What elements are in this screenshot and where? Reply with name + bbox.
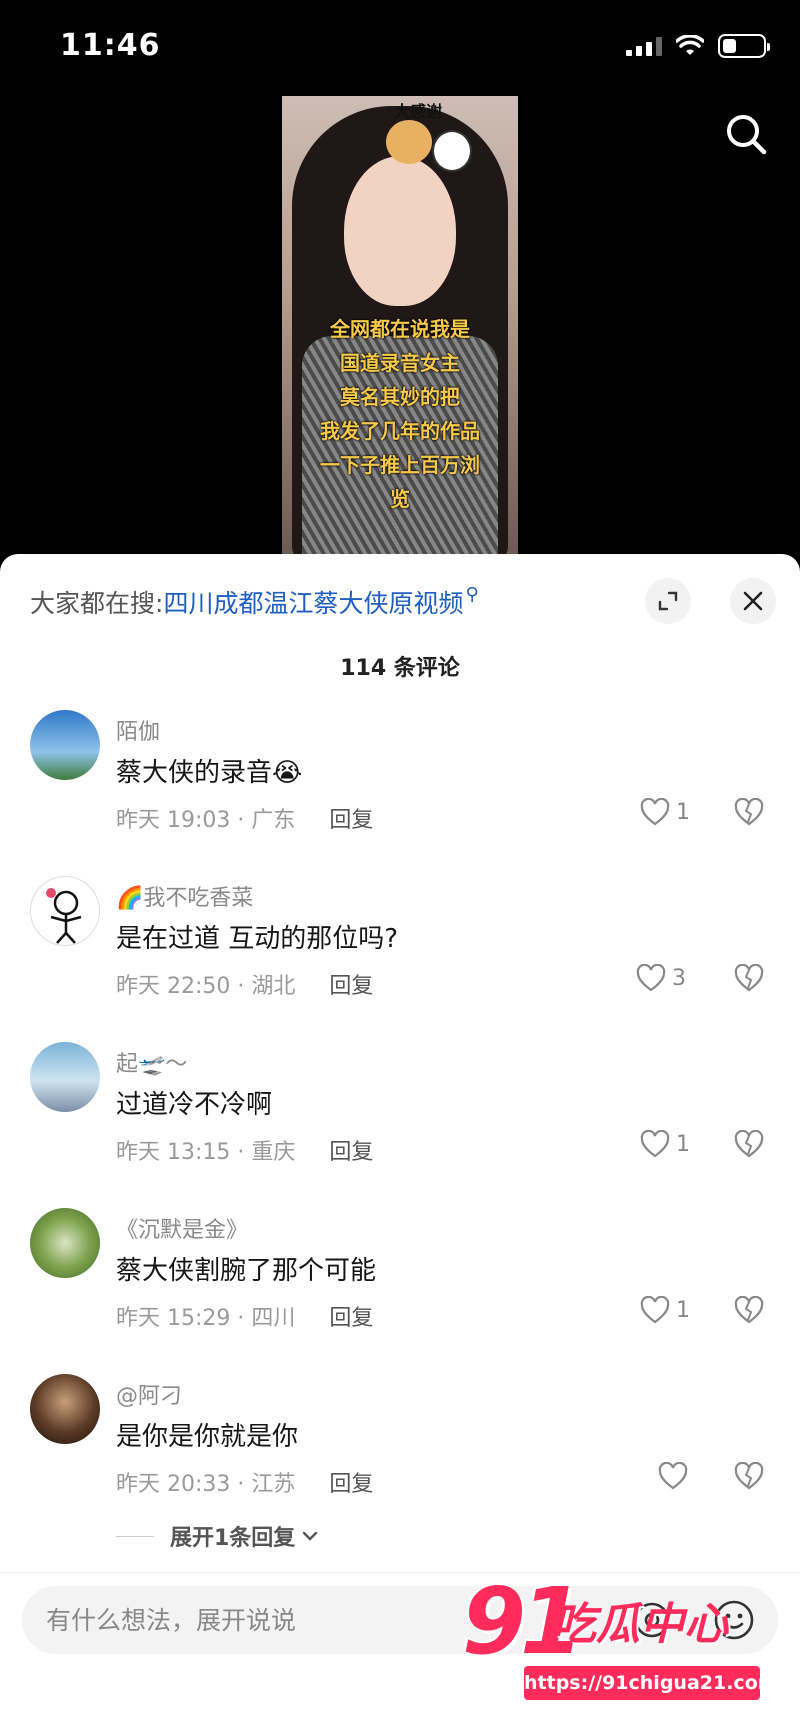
comment-username[interactable]: 陌伽	[116, 714, 160, 746]
avatar[interactable]	[30, 876, 100, 946]
avatar[interactable]	[30, 1374, 100, 1444]
battery-icon	[718, 34, 770, 58]
status-icons	[626, 34, 770, 58]
video-sticker-text: 大感谢	[394, 102, 443, 121]
comment-username[interactable]: 起🛫～	[116, 1046, 187, 1078]
cartoon-avatar-icon	[46, 888, 82, 944]
avatar[interactable]	[30, 1208, 100, 1278]
trending-search[interactable]: 大家都在搜: 四川成都温江蔡大侠原视频 ⚲	[30, 584, 479, 620]
reply-button[interactable]: 回复	[329, 1466, 373, 1498]
comment-sheet: 大家都在搜: 四川成都温江蔡大侠原视频 ⚲ 114 条评论 陌伽 蔡大侠的录音😭…	[0, 554, 800, 1731]
heart-icon	[640, 1296, 670, 1324]
comment-item: @阿刁 是你是你就是你 昨天 20:33 · 江苏 回复	[0, 1374, 800, 1540]
like-count: 1	[676, 1297, 690, 1323]
video-player[interactable]: 大感谢 全网都在说我是 国道录音女主 莫名其妙的把 我发了几年的作品 一下子推上…	[0, 96, 800, 556]
heart-icon	[640, 798, 670, 826]
close-icon	[743, 591, 763, 611]
like-button[interactable]: 1	[640, 1130, 690, 1158]
comment-text: 蔡大侠的录音😭	[116, 758, 303, 788]
reply-button[interactable]: 回复	[329, 968, 373, 1000]
search-small-icon: ⚲	[465, 583, 479, 605]
comment-username[interactable]: 《沉默是金》	[116, 1212, 248, 1244]
expand-line	[116, 1535, 154, 1537]
expand-button[interactable]	[645, 578, 691, 624]
comment-count: 114 条评论	[340, 656, 460, 681]
watermark-url: https://91chigua21.com	[524, 1666, 778, 1700]
comment-time: 昨天 15:29 · 四川	[116, 1306, 296, 1331]
expand-replies-label: 展开1条回复	[170, 1526, 296, 1551]
comment-time: 昨天 13:15 · 重庆	[116, 1140, 296, 1165]
comment-meta: 昨天 19:03 · 广东 回复	[116, 802, 373, 834]
comment-time: 昨天 20:33 · 江苏	[116, 1472, 296, 1497]
status-time: 11:46	[60, 28, 161, 63]
comment-time: 昨天 22:50 · 湖北	[116, 974, 296, 999]
expand-replies-button[interactable]: 展开1条回复	[116, 1520, 319, 1552]
heart-icon	[658, 1462, 688, 1490]
caption-line: 我发了几年的作品	[320, 419, 480, 443]
video-caption: 全网都在说我是 国道录音女主 莫名其妙的把 我发了几年的作品 一下子推上百万浏 …	[282, 312, 518, 516]
comment-username[interactable]: 🌈我不吃香菜	[116, 880, 253, 912]
status-bar: 11:46	[0, 0, 800, 96]
comment-meta: 昨天 20:33 · 江苏 回复	[116, 1466, 373, 1498]
like-count: 1	[676, 799, 690, 825]
comment-meta: 昨天 15:29 · 四川 回复	[116, 1300, 373, 1332]
expand-icon	[658, 591, 678, 611]
like-count: 1	[676, 1131, 690, 1157]
cellular-signal-icon	[626, 36, 662, 56]
comment-text: 是在过道 互动的那位吗?	[116, 924, 399, 954]
avatar[interactable]	[30, 1042, 100, 1112]
like-button[interactable]: 1	[640, 1296, 690, 1324]
bear-sticker-icon	[386, 120, 432, 164]
broken-heart-icon[interactable]	[734, 798, 764, 826]
battery-fill	[723, 39, 737, 53]
caption-line: 全网都在说我是	[330, 317, 470, 341]
like-button[interactable]	[658, 1462, 694, 1490]
comment-item: 陌伽 蔡大侠的录音😭 昨天 19:03 · 广东 回复 1	[0, 710, 800, 876]
broken-heart-icon[interactable]	[734, 1462, 764, 1490]
caption-line: 国道录音女主	[340, 351, 460, 375]
cow-sticker-icon	[432, 130, 472, 172]
reply-button[interactable]: 回复	[329, 1134, 373, 1166]
trending-label: 大家都在搜:	[30, 589, 164, 618]
comment-text: 蔡大侠割腕了那个可能	[116, 1256, 377, 1286]
video-figure-face	[344, 156, 456, 306]
comment-meta: 昨天 22:50 · 湖北 回复	[116, 968, 373, 1000]
comment-text: 是你是你就是你	[116, 1422, 299, 1452]
broken-heart-icon[interactable]	[734, 1296, 764, 1324]
reply-button[interactable]: 回复	[329, 802, 373, 834]
comment-time: 昨天 19:03 · 广东	[116, 808, 296, 833]
close-button[interactable]	[730, 578, 776, 624]
like-button[interactable]: 3	[636, 964, 686, 992]
like-count: 3	[672, 965, 686, 991]
like-button[interactable]: 1	[640, 798, 690, 826]
comment-meta: 昨天 13:15 · 重庆 回复	[116, 1134, 373, 1166]
avatar[interactable]	[30, 710, 100, 780]
comment-item: 起🛫～ 过道冷不冷啊 昨天 13:15 · 重庆 回复 1	[0, 1042, 800, 1208]
broken-heart-icon[interactable]	[734, 964, 764, 992]
heart-icon	[640, 1130, 670, 1158]
trending-query-link[interactable]: 四川成都温江蔡大侠原视频	[163, 584, 463, 620]
caption-line: 览	[390, 487, 410, 511]
reply-button[interactable]: 回复	[329, 1300, 373, 1332]
comment-text: 过道冷不冷啊	[116, 1090, 273, 1120]
watermark-sub: 吃瓜中心	[552, 1599, 728, 1650]
comment-item: 《沉默是金》 蔡大侠割腕了那个可能 昨天 15:29 · 四川 回复 1	[0, 1208, 800, 1374]
video-frame[interactable]: 大感谢 全网都在说我是 国道录音女主 莫名其妙的把 我发了几年的作品 一下子推上…	[282, 96, 518, 556]
watermark-logo: 91 吃瓜中心 https://91chigua21.com	[462, 1572, 782, 1706]
chevron-down-icon	[303, 1531, 318, 1541]
caption-line: 莫名其妙的把	[340, 385, 460, 409]
wifi-icon	[676, 35, 704, 55]
comment-item: 🌈我不吃香菜 是在过道 互动的那位吗? 昨天 22:50 · 湖北 回复 3	[0, 876, 800, 1042]
caption-line: 一下子推上百万浏	[320, 453, 480, 477]
comment-username[interactable]: @阿刁	[116, 1378, 182, 1410]
heart-icon	[636, 964, 666, 992]
broken-heart-icon[interactable]	[734, 1130, 764, 1158]
search-icon[interactable]	[722, 110, 770, 158]
